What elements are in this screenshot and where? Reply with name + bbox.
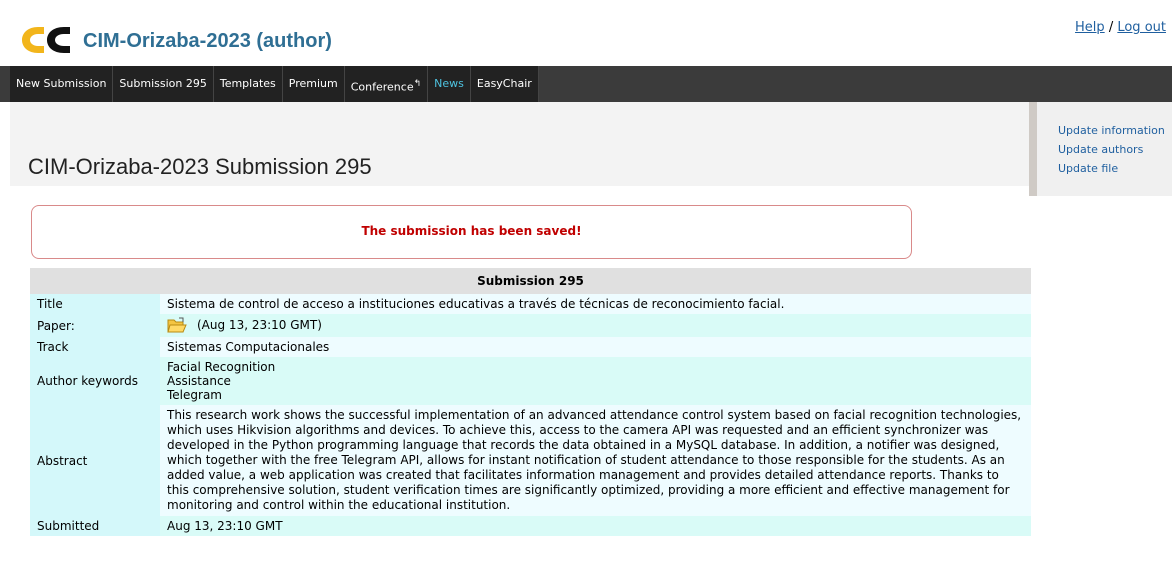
easychair-logo bbox=[22, 27, 70, 53]
menu-premium[interactable]: Premium bbox=[283, 66, 345, 102]
return-arrow-icon: ↰ bbox=[413, 79, 422, 89]
table-row: Author keywords Facial Recognition Assis… bbox=[30, 357, 1031, 405]
title-value: Sistema de control de acceso a instituci… bbox=[160, 294, 1031, 314]
table-row: Track Sistemas Computacionales bbox=[30, 337, 1031, 357]
table-row: Submitted Aug 13, 23:10 GMT bbox=[30, 516, 1031, 536]
menu-conference[interactable]: Conference↰ bbox=[345, 66, 429, 102]
table-row: Abstract This research work shows the su… bbox=[30, 405, 1031, 516]
update-information-link[interactable]: Update information bbox=[1058, 124, 1165, 137]
link-separator: / bbox=[1108, 20, 1114, 35]
page-title: CIM-Orizaba-2023 Submission 295 bbox=[28, 154, 372, 179]
keyword-item: Telegram bbox=[167, 388, 222, 402]
field-label: Submitted bbox=[30, 516, 160, 536]
help-link[interactable]: Help bbox=[1075, 20, 1105, 35]
menu-new-submission[interactable]: New Submission bbox=[10, 66, 114, 102]
update-file-link[interactable]: Update file bbox=[1058, 162, 1118, 175]
keyword-item: Facial Recognition bbox=[167, 360, 276, 374]
menu-templates[interactable]: Templates bbox=[214, 66, 283, 102]
folder-open-icon[interactable] bbox=[167, 317, 187, 334]
field-label: Abstract bbox=[30, 405, 160, 516]
update-authors-link[interactable]: Update authors bbox=[1058, 143, 1143, 156]
logout-link[interactable]: Log out bbox=[1117, 20, 1166, 35]
track-value: Sistemas Computacionales bbox=[160, 337, 1031, 357]
field-label: Paper: bbox=[30, 314, 160, 337]
notice-text: The submission has been saved! bbox=[361, 224, 582, 238]
menu-conference-label: Conference bbox=[350, 80, 414, 94]
menu-easychair[interactable]: EasyChair bbox=[471, 66, 539, 102]
keyword-item: Assistance bbox=[167, 374, 231, 388]
paper-timestamp: (Aug 13, 23:10 GMT) bbox=[197, 318, 322, 332]
table-row: Title Sistema de control de acceso a ins… bbox=[30, 294, 1031, 314]
submitted-value: Aug 13, 23:10 GMT bbox=[160, 516, 1031, 536]
abstract-value: This research work shows the successful … bbox=[160, 405, 1031, 516]
top-links: Help / Log out bbox=[1075, 20, 1166, 35]
menu-submission-295[interactable]: Submission 295 bbox=[113, 66, 214, 102]
field-label: Track bbox=[30, 337, 160, 357]
app-title: CIM-Orizaba-2023 (author) bbox=[83, 30, 332, 52]
main-menu-bar: New Submission Submission 295 Templates … bbox=[0, 66, 1172, 102]
table-heading: Submission 295 bbox=[30, 268, 1031, 294]
header: CIM-Orizaba-2023 (author) Help / Log out bbox=[0, 0, 1172, 66]
paper-value: (Aug 13, 23:10 GMT) bbox=[160, 314, 1031, 337]
success-notice: The submission has been saved! bbox=[31, 205, 912, 259]
field-label: Author keywords bbox=[30, 357, 160, 405]
keywords-value: Facial Recognition Assistance Telegram bbox=[160, 357, 1031, 405]
submission-table: Submission 295 Title Sistema de control … bbox=[30, 268, 1031, 536]
menu-news[interactable]: News bbox=[428, 66, 471, 102]
table-row: Paper: (Aug 13, 23:10 GMT) bbox=[30, 314, 1031, 337]
table-heading-row: Submission 295 bbox=[30, 268, 1031, 294]
field-label: Title bbox=[30, 294, 160, 314]
